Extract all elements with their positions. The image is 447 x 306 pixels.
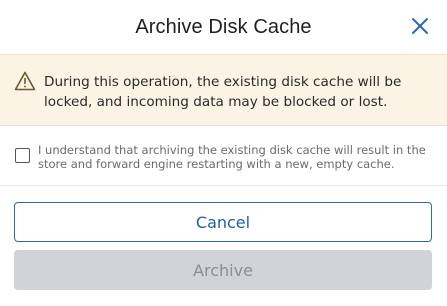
warning-icon xyxy=(14,71,36,91)
close-icon[interactable] xyxy=(409,15,431,37)
dialog-header: Archive Disk Cache xyxy=(0,0,447,54)
confirm-label: I understand that archiving the existing… xyxy=(38,143,426,171)
archive-button[interactable]: Archive xyxy=(14,250,432,290)
warning-text: During this operation, the existing disk… xyxy=(44,74,402,110)
dialog-title: Archive Disk Cache xyxy=(135,15,312,38)
confirm-row: I understand that archiving the existing… xyxy=(0,126,447,186)
dialog-actions: Cancel Archive xyxy=(0,186,447,290)
warning-banner: During this operation, the existing disk… xyxy=(0,54,447,126)
cancel-button[interactable]: Cancel xyxy=(14,202,432,242)
archive-disk-cache-dialog: Archive Disk Cache During this operation… xyxy=(0,0,447,306)
confirm-checkbox[interactable] xyxy=(15,148,30,163)
